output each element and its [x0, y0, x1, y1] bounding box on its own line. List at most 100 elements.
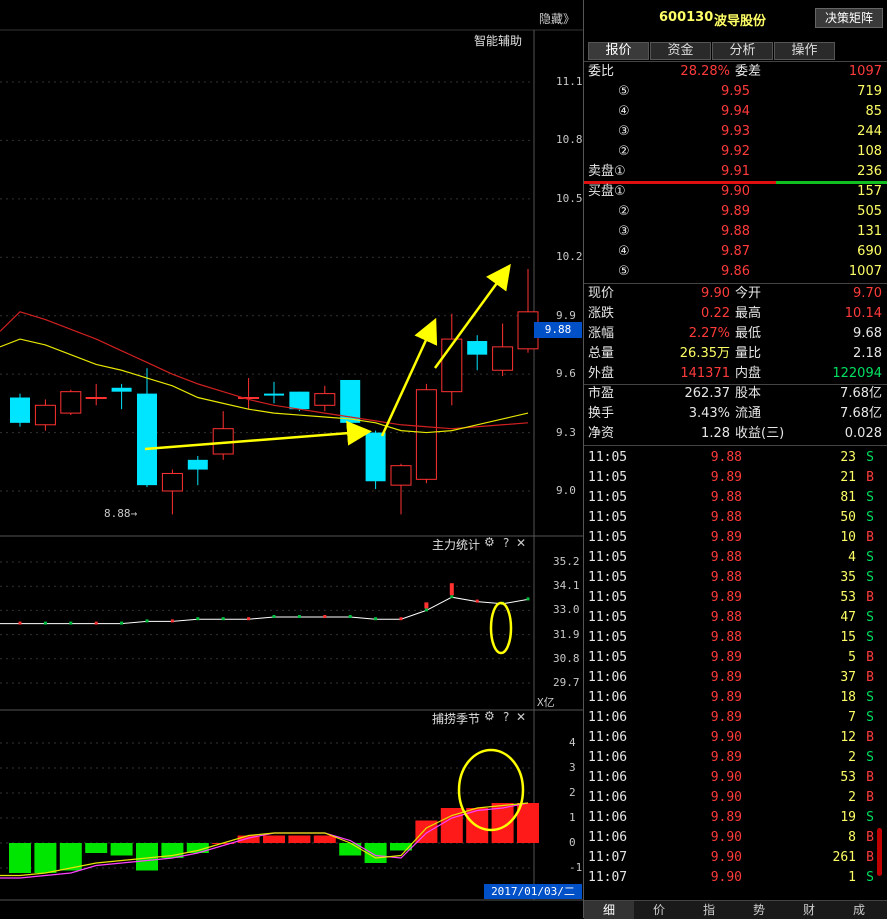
gear-icon[interactable]: ⚙	[484, 535, 495, 549]
main-force-bar	[424, 602, 429, 609]
candle-body	[10, 397, 30, 423]
panel2-unit: X亿	[537, 696, 555, 709]
stat-label: 内盘	[735, 366, 762, 381]
candle-body	[264, 393, 284, 396]
panel2-title: 主力统计	[432, 538, 481, 552]
buy-price: 9.89	[721, 204, 750, 219]
tick-row: 11:06 9.90 8 B	[584, 828, 887, 848]
candle-body	[60, 391, 82, 414]
tab-2[interactable]: 分析	[712, 42, 773, 60]
chart-area[interactable]: 隐藏》 智能辅助 11.1 10.8 10.5 10.2 9.9 9.6 9.3 9.0 9.…	[0, 0, 583, 918]
price-tick-label: 10.8	[556, 133, 583, 147]
stat-label: 最高	[735, 306, 762, 321]
tick-volume: 15	[840, 630, 856, 645]
help-icon[interactable]: ?	[503, 710, 509, 724]
bottom-tab-4[interactable]: 财	[784, 901, 834, 919]
tick-time: 11:05	[588, 530, 628, 545]
main-force-marker	[526, 597, 530, 601]
sell-level-label: ②	[618, 144, 630, 159]
tick-price: 9.89	[710, 530, 742, 545]
buy-price: 9.87	[721, 244, 750, 259]
help-icon[interactable]: ?	[503, 536, 509, 550]
fund-row: 净资 1.28 收益(三) 0.028	[584, 424, 887, 444]
fund-value: 0.028	[844, 426, 882, 441]
bottom-tab-5[interactable]: 成	[834, 901, 884, 919]
bottom-tab-3[interactable]: 势	[734, 901, 784, 919]
tick-side: S	[866, 710, 874, 725]
stat-row: 涨幅 2.27% 最低 9.68	[584, 324, 887, 344]
tick-time: 11:05	[588, 450, 628, 465]
buy-level-label: ②	[618, 204, 630, 219]
weicha-label: 委差	[735, 64, 762, 79]
tick-time: 11:05	[588, 510, 628, 525]
tick-side: S	[866, 550, 874, 565]
hide-button[interactable]: 隐藏》	[539, 10, 575, 27]
tick-time: 11:05	[588, 470, 628, 485]
fund-label: 换手	[588, 406, 615, 421]
main-force-marker	[399, 617, 403, 621]
decision-matrix-button[interactable]: 决策矩阵	[815, 8, 883, 28]
candle-body	[161, 472, 183, 492]
tick-time: 11:07	[588, 870, 628, 885]
tab-0[interactable]: 报价	[588, 42, 649, 60]
tick-row: 11:05 9.88 47 S	[584, 608, 887, 628]
tick-side: S	[866, 870, 874, 885]
close-icon[interactable]: ✕	[516, 710, 526, 724]
close-icon[interactable]: ✕	[516, 536, 526, 550]
tick-price: 9.90	[710, 830, 742, 845]
stat-value: 10.14	[844, 306, 882, 321]
p2-tick-label: 34.1	[553, 579, 580, 593]
bottom-tab-2[interactable]: 指	[684, 901, 734, 919]
candle-body	[492, 346, 514, 371]
season-bar	[263, 835, 285, 843]
tick-time: 11:06	[588, 670, 628, 685]
tick-time: 11:06	[588, 690, 628, 705]
season-bar	[34, 843, 57, 873]
price-tick-label: 9.9	[556, 308, 576, 322]
tick-price: 9.88	[710, 630, 742, 645]
bottom-tab-1[interactable]: 价	[634, 901, 684, 919]
tick-row: 11:06 9.89 7 S	[584, 708, 887, 728]
kline-chart[interactable]	[0, 0, 583, 918]
season-bar	[288, 835, 311, 843]
main-force-marker	[221, 617, 225, 621]
tick-volume: 2	[848, 790, 856, 805]
tab-3[interactable]: 操作	[774, 42, 835, 60]
stat-value: 2.27%	[688, 326, 730, 341]
tick-side: B	[866, 470, 874, 485]
tick-price: 9.89	[710, 670, 742, 685]
sell-level-label: 卖盘①	[588, 164, 626, 179]
tick-time: 11:06	[588, 830, 628, 845]
sell-level-label: ③	[618, 124, 630, 139]
tick-side: S	[866, 810, 874, 825]
candle-body	[85, 397, 107, 400]
tick-price: 9.90	[710, 790, 742, 805]
buy-volume: 505	[857, 204, 882, 219]
quote-header: 600130 波导股份 决策矩阵	[584, 6, 887, 32]
tick-row: 11:06 9.89 19 S	[584, 808, 887, 828]
tick-side: B	[866, 790, 874, 805]
tick-time: 11:06	[588, 810, 628, 825]
stat-label: 最低	[735, 326, 762, 341]
smart-assist-label[interactable]: 智能辅助	[474, 32, 522, 49]
tick-volume: 4	[848, 550, 856, 565]
buy-level: 买盘① 9.90 157	[584, 182, 887, 202]
tick-row: 11:05 9.88 81 S	[584, 488, 887, 508]
tick-time: 11:06	[588, 790, 628, 805]
buy-level-label: ⑤	[618, 264, 630, 279]
buy-level: ⑤ 9.86 1007	[584, 262, 887, 282]
buy-level-label: ④	[618, 244, 630, 259]
buy-price: 9.88	[721, 224, 750, 239]
main-force-marker	[374, 617, 378, 621]
weibi-row: 委比 28.28% 委差 1097	[584, 62, 887, 82]
scrollbar[interactable]	[877, 828, 882, 876]
quote-tabs: 报价 资金 分析 操作	[584, 42, 887, 60]
candle-body	[390, 465, 412, 486]
gear-icon[interactable]: ⚙	[484, 709, 495, 723]
main-force-marker	[196, 617, 200, 621]
sell-level-label: ④	[618, 104, 630, 119]
bottom-tab-0[interactable]: 细	[584, 901, 634, 919]
stat-value: 9.90	[701, 286, 730, 301]
tab-1[interactable]: 资金	[650, 42, 711, 60]
tick-time: 11:05	[588, 590, 628, 605]
